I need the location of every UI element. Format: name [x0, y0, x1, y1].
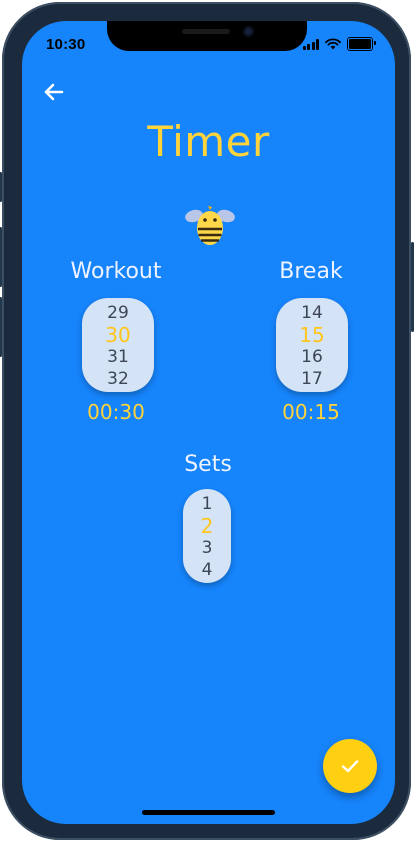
checkmark-icon — [341, 760, 359, 773]
workout-option[interactable]: 32 — [107, 368, 129, 390]
break-picker[interactable]: 14 15 16 17 — [276, 298, 348, 392]
break-option-selected[interactable]: 15 — [299, 324, 324, 346]
break-option[interactable]: 14 — [301, 302, 323, 324]
status-time: 10:30 — [46, 36, 86, 53]
workout-duration-readout: 00:30 — [87, 400, 145, 424]
workout-option[interactable]: 31 — [107, 346, 129, 368]
home-indicator[interactable] — [142, 810, 275, 815]
break-option[interactable]: 17 — [301, 368, 323, 390]
sets-picker[interactable]: 1 2 3 4 — [183, 489, 231, 583]
sets-label: Sets — [184, 452, 232, 477]
speaker-grille — [182, 29, 230, 34]
device-notch — [107, 21, 307, 51]
bee-icon — [185, 206, 235, 245]
app-screen: 10:30 Timer Workout 29 30 31 32 00:30 Br… — [22, 21, 395, 824]
page-title: Timer — [147, 117, 270, 166]
arrow-left-icon[interactable] — [40, 78, 68, 106]
battery-icon — [347, 37, 376, 51]
workout-option-selected[interactable]: 30 — [105, 324, 130, 346]
device-power-button — [411, 242, 414, 332]
break-duration-readout: 00:15 — [282, 400, 340, 424]
signal-icon — [302, 38, 319, 50]
device-volume-up-button — [0, 227, 2, 287]
break-option[interactable]: 16 — [301, 346, 323, 368]
workout-label: Workout — [70, 259, 162, 284]
sets-option[interactable]: 1 — [202, 493, 213, 515]
device-volume-down-button — [0, 297, 2, 357]
status-icons — [302, 37, 376, 51]
sets-option[interactable]: 3 — [202, 537, 213, 559]
device-side-button — [0, 172, 2, 202]
front-camera — [243, 26, 254, 37]
confirm-button[interactable] — [323, 739, 377, 793]
break-label: Break — [279, 259, 343, 284]
sets-option-selected[interactable]: 2 — [201, 515, 214, 537]
workout-picker[interactable]: 29 30 31 32 — [82, 298, 154, 392]
sets-option[interactable]: 4 — [202, 559, 213, 581]
device-frame: 10:30 Timer Workout 29 30 31 32 00:30 Br… — [0, 2, 414, 840]
wifi-icon — [325, 38, 341, 50]
workout-option[interactable]: 29 — [107, 302, 129, 324]
